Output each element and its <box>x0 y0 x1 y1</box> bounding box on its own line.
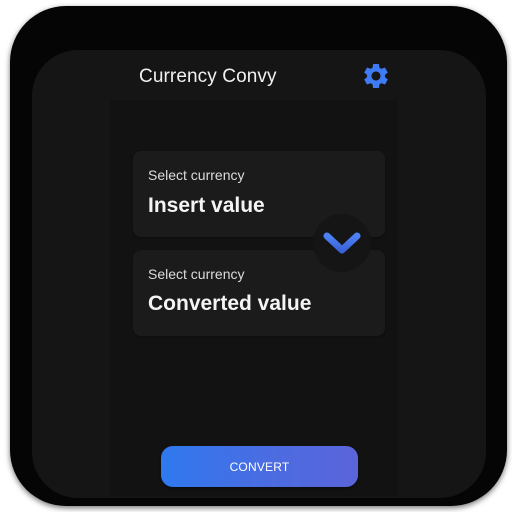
swap-currency-button[interactable] <box>313 214 371 272</box>
chevron-down-icon <box>323 232 361 254</box>
select-currency-label[interactable]: Select currency <box>148 266 244 282</box>
convert-button[interactable]: CONVERT <box>161 446 358 487</box>
app-title: Currency Convy <box>139 66 277 87</box>
converted-value-field: Converted value <box>148 292 312 315</box>
settings-button[interactable] <box>361 61 391 91</box>
select-currency-label[interactable]: Select currency <box>148 167 244 183</box>
gear-icon <box>364 64 388 88</box>
insert-value-field[interactable]: Insert value <box>148 194 265 218</box>
